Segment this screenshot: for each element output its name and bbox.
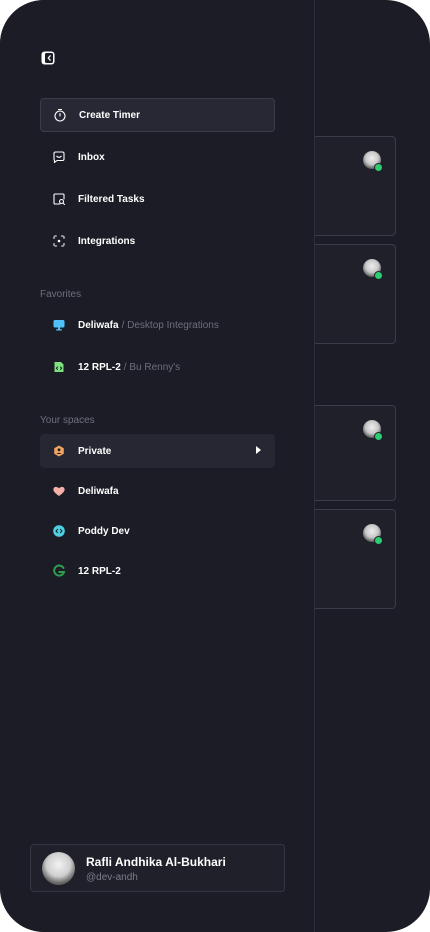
space-item-private[interactable]: Private <box>40 434 275 468</box>
space-item-label: Deliwafa <box>78 485 119 497</box>
user-profile-card[interactable]: Rafli Andhika Al-Bukhari @dev-andh <box>30 844 285 892</box>
menu-item-integrations[interactable]: Integrations <box>40 224 275 258</box>
inbox-icon <box>52 150 66 164</box>
favorites-heading: Favorites <box>40 289 82 300</box>
private-space-icon <box>52 444 66 458</box>
code-file-icon <box>52 360 66 374</box>
space-item-deliwafa[interactable]: Deliwafa <box>40 474 275 508</box>
background-content <box>315 0 430 932</box>
menu-item-label: Create Timer <box>79 109 140 121</box>
online-status-dot <box>374 271 383 280</box>
space-item-label: Private <box>78 445 112 457</box>
collapse-sidebar-icon[interactable] <box>41 51 55 65</box>
chevron-right-icon <box>256 446 261 454</box>
task-card[interactable] <box>315 509 396 609</box>
task-card[interactable] <box>315 405 396 501</box>
user-handle: @dev-andh <box>86 872 138 883</box>
task-card[interactable] <box>315 244 396 344</box>
online-status-dot <box>374 163 383 172</box>
space-item-poddy-dev[interactable]: Poddy Dev <box>40 514 275 548</box>
heart-icon <box>52 484 66 498</box>
menu-item-create-timer[interactable]: Create Timer <box>40 98 275 132</box>
menu-item-inbox[interactable]: Inbox <box>40 140 275 174</box>
space-item-label: 12 RPL-2 <box>78 565 121 577</box>
favorite-item-label: 12 RPL-2 <box>78 361 121 373</box>
spaces-heading: Your spaces <box>40 415 95 426</box>
favorite-item-path: / Desktop Integrations <box>121 319 219 331</box>
navigation-drawer: Create Timer Inbox Filtered Tasks Integr… <box>0 0 315 932</box>
timer-icon <box>53 108 67 122</box>
user-avatar <box>42 852 75 885</box>
integrations-icon <box>52 234 66 248</box>
menu-item-label: Filtered Tasks <box>78 193 145 205</box>
filtered-tasks-icon <box>52 192 66 206</box>
user-name: Rafli Andhika Al-Bukhari <box>86 855 226 869</box>
favorite-item-deliwafa[interactable]: Deliwafa / Desktop Integrations <box>40 308 275 342</box>
online-status-dot <box>374 432 383 441</box>
favorite-item-12-rpl-2[interactable]: 12 RPL-2 / Bu Renny's <box>40 350 275 384</box>
code-bubble-icon <box>52 524 66 538</box>
online-status-dot <box>374 536 383 545</box>
google-icon <box>52 564 66 578</box>
menu-item-filtered-tasks[interactable]: Filtered Tasks <box>40 182 275 216</box>
menu-item-label: Inbox <box>78 151 105 163</box>
favorite-item-label: Deliwafa <box>78 319 119 331</box>
task-card[interactable] <box>315 136 396 236</box>
menu-item-label: Integrations <box>78 235 136 247</box>
space-item-12-rpl-2[interactable]: 12 RPL-2 <box>40 554 275 588</box>
monitor-icon <box>52 318 66 332</box>
favorite-item-path: / Bu Renny's <box>123 361 181 373</box>
phone-screen: Create Timer Inbox Filtered Tasks Integr… <box>0 0 430 932</box>
space-item-label: Poddy Dev <box>78 525 130 537</box>
